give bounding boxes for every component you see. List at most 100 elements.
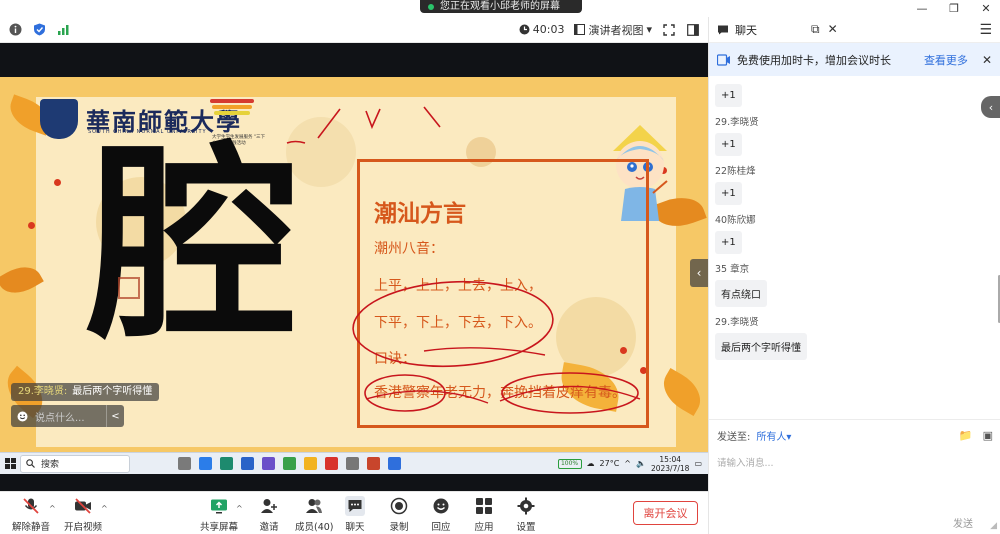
message-sender: 22陈桂烽 xyxy=(715,166,756,177)
chat-label: 聊天 xyxy=(345,522,365,533)
collapse-panel-tab[interactable]: ‹ xyxy=(981,96,1000,118)
recipient-value: 所有人 xyxy=(756,432,787,443)
audio-options-caret-icon[interactable]: ^ xyxy=(49,504,56,513)
calligraphy-character: 腔 xyxy=(88,123,299,368)
tray-chevron-icon[interactable]: ^ xyxy=(624,459,631,468)
chat-button[interactable]: 聊天 xyxy=(345,496,365,533)
network-signal-icon[interactable] xyxy=(56,23,70,37)
close-promo-icon[interactable]: ✕ xyxy=(982,53,992,67)
popup-message: 最后两个字听得懂 xyxy=(72,386,153,397)
wps-icon[interactable] xyxy=(325,457,338,470)
notification-icon[interactable]: ▭ xyxy=(694,459,702,468)
unmute-label: 解除静音 xyxy=(12,522,51,533)
reaction-smile-icon xyxy=(431,496,451,516)
taskbar-clock[interactable]: 15:04 2023/7/18 xyxy=(651,455,689,473)
promo-more-link[interactable]: 查看更多 xyxy=(924,52,968,68)
taskview-icon[interactable] xyxy=(178,457,191,470)
app-icon[interactable] xyxy=(241,457,254,470)
reactions-button[interactable]: 回应 xyxy=(431,496,451,533)
taskbar-search[interactable]: 搜索 xyxy=(20,454,130,473)
start-video-button[interactable]: 开启视频 xyxy=(64,496,102,533)
chat-panel: 聊天 ⧉ ✕ ☰ 免费使用加时卡，增加会议时长 查看更多 ✕ +1 29.李晓贤… xyxy=(708,17,1000,534)
layout-icon xyxy=(574,24,586,35)
rhyme-text: 香港警察年老无力，奔挽挡着皮痒有毒。 xyxy=(374,385,626,401)
leave-meeting-button[interactable]: 离开会议 xyxy=(633,501,698,525)
meeting-top-toolbar: 40:03 演讲者视图 ▾ xyxy=(0,17,708,43)
close-window-button[interactable]: ✕ xyxy=(978,2,994,15)
view-mode-button[interactable]: 演讲者视图 ▾ xyxy=(574,22,652,38)
wechat-icon[interactable] xyxy=(283,457,296,470)
settings-label: 设置 xyxy=(516,522,536,533)
edge-browser-icon[interactable] xyxy=(199,457,212,470)
event-logo-stripes xyxy=(210,99,254,121)
chat-message: 22陈桂烽 +1 xyxy=(715,163,995,205)
gear-icon xyxy=(516,496,536,516)
share-options-caret-icon[interactable]: ^ xyxy=(236,504,243,513)
promo-text: 免费使用加时卡，增加会议时长 xyxy=(737,53,891,67)
message-sender: 29.李晓贤 xyxy=(715,117,759,128)
record-icon xyxy=(389,496,409,516)
battery-indicator: 100% xyxy=(557,458,582,469)
search-icon xyxy=(26,459,35,468)
popup-sender: 29.李晓贤: xyxy=(18,386,68,397)
expand-panel-handle[interactable]: ‹ xyxy=(690,259,708,287)
members-button[interactable]: 成员(40) xyxy=(295,496,334,533)
chat-icon xyxy=(718,25,728,34)
file-attach-icon[interactable]: 📁 xyxy=(959,429,973,442)
message-bubble: +1 xyxy=(715,133,742,156)
video-options-caret-icon[interactable]: ^ xyxy=(101,504,108,513)
settings-button[interactable]: 设置 xyxy=(516,496,536,533)
clock-date: 2023/7/18 xyxy=(650,463,690,473)
message-sender: 40陈欣娜 xyxy=(715,215,756,226)
chevron-left-icon[interactable]: < xyxy=(106,405,124,427)
restore-button[interactable]: ❐ xyxy=(946,2,962,15)
fullscreen-icon[interactable] xyxy=(662,23,676,37)
record-label: 录制 xyxy=(389,522,409,533)
share-screen-button[interactable]: 共享屏幕 xyxy=(200,496,238,533)
unmute-button[interactable]: 解除静音 xyxy=(12,496,50,533)
apps-grid-icon xyxy=(474,496,494,516)
chat-message: 35 章京 有点绕口 xyxy=(715,261,995,307)
volume-icon[interactable]: 🔈 xyxy=(636,459,646,468)
share-banner-text: 您正在观看小邱老师的屏幕 xyxy=(440,1,560,12)
recipient-selector[interactable]: 所有人▾ xyxy=(756,428,791,443)
members-label: 成员(40) xyxy=(295,522,334,533)
meeting-app-icon[interactable] xyxy=(388,457,401,470)
chat-message-list: +1 29.李晓贤 +1 22陈桂烽 +1 40陈欣娜 +1 35 章京 有点绕… xyxy=(709,76,1000,423)
invite-label: 邀请 xyxy=(259,522,279,533)
app-icon[interactable] xyxy=(262,457,275,470)
apps-button[interactable]: 应用 xyxy=(474,496,494,533)
remote-taskbar: 搜索 100% ☁ 27°C ^ 🔈 15:04 2023/7/18 ▭ xyxy=(0,452,708,474)
chat-menu-icon[interactable]: ☰ xyxy=(979,22,992,38)
shared-screen-view: 華南師範大學 SOUTH CHINA NORMAL UNIVERSITY 大学生… xyxy=(0,43,708,491)
chat-message-input[interactable]: 请输入消息... xyxy=(717,455,993,469)
eight-tones-label: 潮州八音： xyxy=(374,241,444,257)
chat-notification-popup[interactable]: 29.李晓贤: 最后两个字听得懂 xyxy=(11,383,160,401)
close-chat-icon[interactable]: ✕ xyxy=(828,22,838,37)
screenshot-icon[interactable]: ▣ xyxy=(983,429,993,442)
emoji-icon xyxy=(17,411,28,421)
folder-icon[interactable] xyxy=(304,457,317,470)
store-icon[interactable] xyxy=(220,457,233,470)
quick-chat-input[interactable]: 说点什么... < xyxy=(11,405,124,427)
record-button[interactable]: 录制 xyxy=(389,496,409,533)
screen-share-banner[interactable]: 您正在观看小邱老师的屏幕 xyxy=(420,0,582,13)
members-icon xyxy=(304,496,324,516)
security-shield-icon[interactable] xyxy=(32,23,46,37)
info-icon[interactable] xyxy=(8,23,22,37)
resize-grip-icon[interactable]: ◢ xyxy=(990,521,997,531)
weather-temp: 27°C xyxy=(599,459,620,468)
share-screen-label: 共享屏幕 xyxy=(200,522,239,533)
reactions-label: 回应 xyxy=(431,522,451,533)
popout-icon[interactable]: ⧉ xyxy=(811,22,820,37)
chat-message: +1 xyxy=(715,84,995,107)
side-panel-icon[interactable] xyxy=(686,23,700,37)
powerpoint-icon[interactable] xyxy=(367,457,380,470)
invite-button[interactable]: 邀请 xyxy=(259,496,279,533)
minimize-button[interactable]: — xyxy=(914,2,930,15)
windows-start-icon[interactable] xyxy=(0,453,20,475)
message-bubble: +1 xyxy=(715,84,742,107)
send-button[interactable]: 发送 xyxy=(953,515,973,530)
app-icon[interactable] xyxy=(346,457,359,470)
video-off-icon xyxy=(73,496,93,516)
